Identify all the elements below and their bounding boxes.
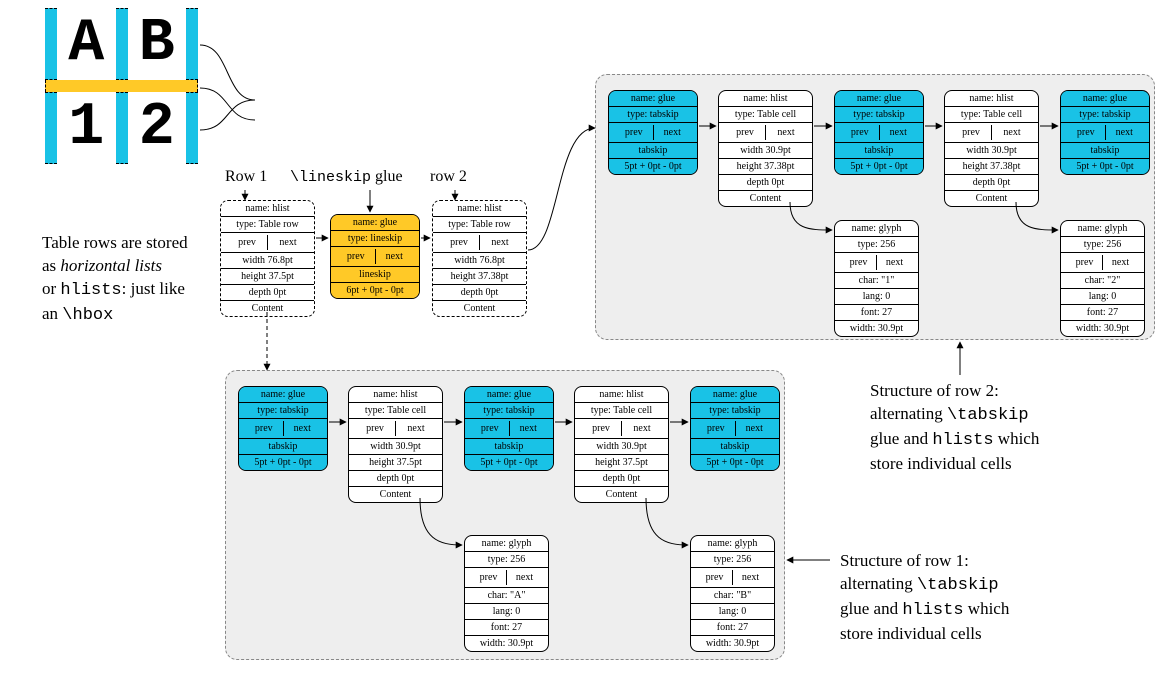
r1-cell-1: name: hlist type: Table cell prevnext wi… xyxy=(348,386,443,503)
r1-glyph-B: name: glyph type: 256 prevnext char: "B"… xyxy=(690,535,775,652)
r2-cell-1: name: hlist type: Table cell prevnext wi… xyxy=(718,90,813,207)
r1-glyph-A: name: glyph type: 256 prevnext char: "A"… xyxy=(464,535,549,652)
cell-A: A xyxy=(57,8,116,80)
r2-cell-2: name: hlist type: Table cell prevnext wi… xyxy=(944,90,1039,207)
label-row2: row 2 xyxy=(430,168,467,186)
node-row2-hlist: name: hlist type: Table row prevnext wid… xyxy=(432,200,527,317)
caption-row2: Structure of row 2: alternating \tabskip… xyxy=(870,380,1090,476)
node-lineskip-glue: name: glue type: lineskip prevnext lines… xyxy=(330,214,420,299)
r2-tabskip-3: name: glue type: tabskip prevnext tabski… xyxy=(1060,90,1150,175)
r1-tabskip-3: name: glue type: tabskip prevnext tabski… xyxy=(690,386,780,471)
r2-tabskip-1: name: glue type: tabskip prevnext tabski… xyxy=(608,90,698,175)
explanatory-text: Table rows are stored as horizontal list… xyxy=(42,232,242,328)
r2-glyph-1: name: glyph type: 256 prevnext char: "1"… xyxy=(834,220,919,337)
cell-2: 2 xyxy=(128,92,187,164)
cell-B: B xyxy=(128,8,187,80)
caption-row1: Structure of row 1: alternating \tabskip… xyxy=(840,550,1060,646)
label-row1: Row 1 xyxy=(225,168,267,186)
r1-tabskip-1: name: glue type: tabskip prevnext tabski… xyxy=(238,386,328,471)
cell-1: 1 xyxy=(57,92,116,164)
r1-tabskip-2: name: glue type: tabskip prevnext tabski… xyxy=(464,386,554,471)
r2-tabskip-2: name: glue type: tabskip prevnext tabski… xyxy=(834,90,924,175)
node-row1-hlist: name: hlist type: Table row prevnext wid… xyxy=(220,200,315,317)
table-thumbnail: A B 1 2 xyxy=(45,8,198,164)
label-lineskip: \lineskip glue xyxy=(290,168,403,186)
r2-glyph-2: name: glyph type: 256 prevnext char: "2"… xyxy=(1060,220,1145,337)
r1-cell-2: name: hlist type: Table cell prevnext wi… xyxy=(574,386,669,503)
